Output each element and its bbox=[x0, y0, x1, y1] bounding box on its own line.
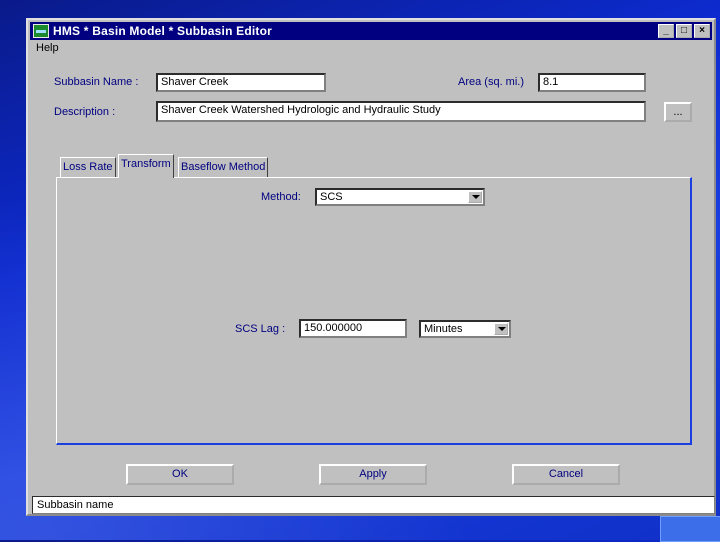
minimize-icon[interactable]: _ bbox=[658, 24, 674, 38]
browse-button[interactable]: ... bbox=[664, 102, 692, 122]
menu-bar: Help bbox=[30, 41, 712, 57]
transform-tab-panel: Method: SCS SCS Lag : 150.000000 Minutes bbox=[56, 177, 692, 445]
subbasin-name-field[interactable]: Shaver Creek bbox=[156, 73, 326, 92]
cancel-button[interactable]: Cancel bbox=[512, 464, 620, 485]
subbasin-editor-window: HMS * Basin Model * Subbasin Editor _ □ … bbox=[26, 18, 716, 516]
method-value: SCS bbox=[320, 191, 343, 203]
lag-units-select[interactable]: Minutes bbox=[419, 320, 511, 338]
method-label: Method: bbox=[261, 191, 301, 203]
scs-lag-label: SCS Lag : bbox=[235, 323, 286, 335]
tab-loss-rate[interactable]: Loss Rate bbox=[60, 157, 116, 177]
area-field[interactable]: 8.1 bbox=[538, 73, 646, 92]
window-controls: _ □ × bbox=[658, 24, 710, 38]
description-field[interactable]: Shaver Creek Watershed Hydrologic and Hy… bbox=[156, 101, 646, 122]
title-bar[interactable]: HMS * Basin Model * Subbasin Editor _ □ … bbox=[30, 22, 712, 40]
tab-transform[interactable]: Transform bbox=[118, 154, 174, 178]
description-label: Description : bbox=[54, 106, 116, 118]
maximize-icon[interactable]: □ bbox=[676, 24, 692, 38]
window-title: HMS * Basin Model * Subbasin Editor bbox=[53, 24, 273, 38]
ok-button[interactable]: OK bbox=[126, 464, 234, 485]
subbasin-name-label: Subbasin Name : bbox=[54, 76, 139, 88]
scs-lag-field[interactable]: 150.000000 bbox=[299, 319, 407, 338]
method-select[interactable]: SCS bbox=[315, 188, 485, 206]
dropdown-arrow-icon[interactable] bbox=[494, 323, 508, 335]
dropdown-arrow-icon[interactable] bbox=[468, 191, 482, 203]
hms-app-icon bbox=[33, 24, 49, 38]
menu-help[interactable]: Help bbox=[36, 42, 59, 54]
tab-baseflow-method[interactable]: Baseflow Method bbox=[178, 157, 269, 177]
status-bar: Subbasin name bbox=[32, 496, 715, 514]
apply-button[interactable]: Apply bbox=[319, 464, 427, 485]
taskbar-corner bbox=[660, 516, 720, 542]
close-icon[interactable]: × bbox=[694, 24, 710, 38]
area-label: Area (sq. mi.) bbox=[458, 76, 525, 88]
lag-units-value: Minutes bbox=[424, 323, 463, 335]
